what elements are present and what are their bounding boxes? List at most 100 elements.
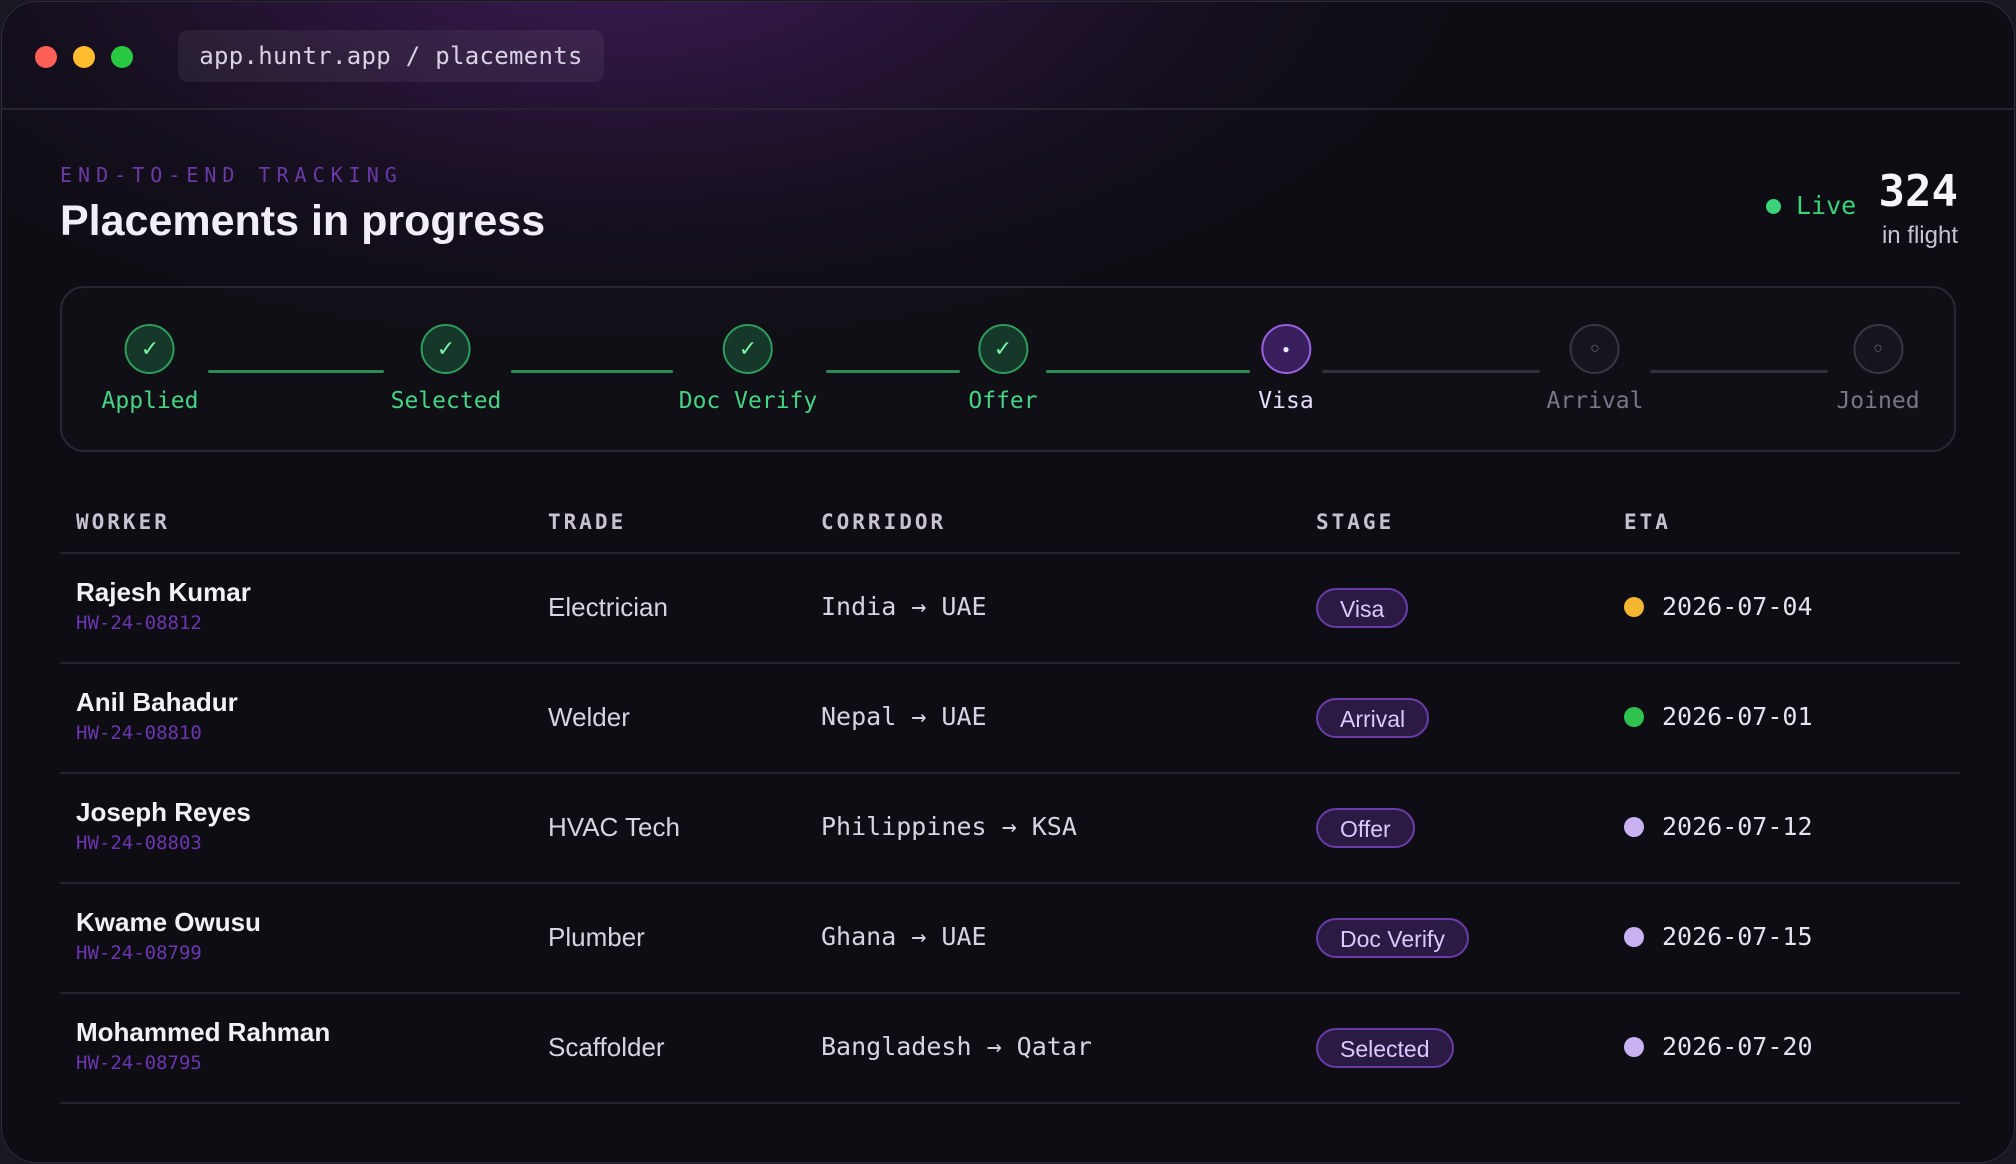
stage-badge: Offer — [1316, 808, 1415, 848]
worker-name: Mohammed Rahman — [76, 1017, 331, 1047]
worker-cell: Rajesh Kumar HW-24-08812 — [76, 577, 251, 634]
worker-name: Kwame Owusu — [76, 907, 261, 937]
worker-id: HW-24-08795 — [76, 1052, 202, 1074]
stage-step-label: Joined — [1836, 388, 1920, 414]
column-header-worker[interactable]: WORKER — [76, 510, 170, 534]
stage-step-doc-verify[interactable]: ✓ Doc Verify — [679, 324, 817, 414]
dot-icon: ● — [1260, 324, 1311, 374]
corridor-cell: Ghana → UAE — [821, 922, 987, 951]
eta-status-dot-icon — [1624, 817, 1644, 837]
trade-cell: Electrician — [548, 592, 668, 622]
worker-id: HW-24-08812 — [76, 612, 202, 634]
worker-cell: Anil Bahadur HW-24-08810 — [76, 687, 238, 744]
stage-badge: Arrival — [1316, 698, 1430, 738]
worker-cell: Kwame Owusu HW-24-08799 — [76, 907, 261, 964]
corridor-cell: India → UAE — [821, 592, 987, 621]
placements-table: WORKER TRADE CORRIDOR STAGE ETA Rajesh K… — [60, 496, 1960, 1104]
stepper-connector — [826, 370, 960, 373]
trade-cell: Plumber — [548, 922, 645, 952]
stage-cell: Doc Verify — [1316, 918, 1469, 958]
stage-step-label: Selected — [390, 388, 502, 414]
worker-name: Rajesh Kumar — [76, 577, 251, 607]
eta-cell: 2026-07-12 — [1624, 812, 1813, 841]
stepper-connector — [1650, 370, 1828, 373]
column-header-stage[interactable]: STAGE — [1316, 510, 1394, 534]
stage-stepper: ✓ Applied ✓ Selected ✓ Doc Verify ✓ Offe… — [60, 286, 1956, 452]
check-icon: ✓ — [421, 324, 471, 374]
stage-step-joined[interactable]: ○ Joined — [1836, 324, 1920, 414]
stage-cell: Arrival — [1316, 698, 1430, 738]
worker-name: Anil Bahadur — [76, 687, 238, 717]
address-bar[interactable]: app.huntr.app / placements — [178, 30, 604, 82]
app-window: app.huntr.app / placements END-TO-END TR… — [1, 1, 2015, 1163]
eta-date: 2026-07-15 — [1662, 922, 1813, 951]
check-icon: ✓ — [125, 324, 175, 374]
stage-badge: Selected — [1316, 1028, 1454, 1068]
close-window-button[interactable] — [35, 46, 57, 68]
stage-cell: Selected — [1316, 1028, 1454, 1068]
trade-cell: Scaffolder — [548, 1032, 665, 1062]
stage-step-label: Offer — [968, 388, 1038, 414]
circle-icon: ○ — [1853, 324, 1903, 374]
stage-step-visa[interactable]: ● Visa — [1258, 324, 1314, 414]
stage-badge: Doc Verify — [1316, 918, 1469, 958]
stepper-connector — [1046, 370, 1250, 373]
in-flight-label: in flight — [1881, 222, 1958, 249]
live-indicator-icon — [1766, 199, 1781, 214]
column-header-eta[interactable]: ETA — [1624, 510, 1671, 534]
minimize-window-button[interactable] — [73, 46, 95, 68]
worker-cell: Joseph Reyes HW-24-08803 — [76, 797, 251, 854]
circle-icon: ○ — [1570, 324, 1620, 374]
stage-cell: Visa — [1316, 588, 1409, 628]
eta-cell: 2026-07-15 — [1624, 922, 1813, 951]
column-header-corridor[interactable]: CORRIDOR — [821, 510, 946, 534]
worker-cell: Mohammed Rahman HW-24-08795 — [76, 1017, 330, 1074]
worker-id: HW-24-08799 — [76, 942, 202, 964]
eta-cell: 2026-07-20 — [1624, 1032, 1813, 1061]
stage-step-label: Doc Verify — [678, 388, 818, 414]
stage-badge: Visa — [1316, 588, 1409, 628]
stage-step-offer[interactable]: ✓ Offer — [968, 324, 1038, 414]
check-icon: ✓ — [978, 324, 1028, 374]
eta-cell: 2026-07-01 — [1624, 702, 1813, 731]
table-row[interactable]: Rajesh Kumar HW-24-08812 Electrician Ind… — [60, 554, 1960, 664]
eta-date: 2026-07-04 — [1662, 592, 1813, 621]
stepper-connector — [1322, 370, 1540, 373]
stage-cell: Offer — [1316, 808, 1415, 848]
corridor-cell: Bangladesh → Qatar — [821, 1032, 1092, 1061]
eta-date: 2026-07-01 — [1662, 702, 1813, 731]
eta-status-dot-icon — [1624, 927, 1644, 947]
corridor-cell: Nepal → UAE — [821, 702, 987, 731]
stage-step-arrival[interactable]: ○ Arrival — [1546, 324, 1644, 414]
live-status-label: Live — [1796, 191, 1857, 220]
stage-step-label: Applied — [101, 388, 199, 414]
trade-cell: HVAC Tech — [548, 812, 680, 842]
table-row[interactable]: Mohammed Rahman HW-24-08795 Scaffolder B… — [60, 994, 1960, 1104]
eta-date: 2026-07-20 — [1662, 1032, 1813, 1061]
maximize-window-button[interactable] — [111, 46, 133, 68]
table-row[interactable]: Kwame Owusu HW-24-08799 Plumber Ghana → … — [60, 884, 1960, 994]
stage-step-label: Visa — [1258, 388, 1314, 414]
table-row[interactable]: Joseph Reyes HW-24-08803 HVAC Tech Phili… — [60, 774, 1960, 884]
eta-cell: 2026-07-04 — [1624, 592, 1813, 621]
table-header: WORKER TRADE CORRIDOR STAGE ETA — [60, 496, 1960, 554]
stepper-connector — [511, 370, 673, 373]
stage-step-applied[interactable]: ✓ Applied — [101, 324, 199, 414]
eta-date: 2026-07-12 — [1662, 812, 1813, 841]
table-row[interactable]: Anil Bahadur HW-24-08810 Welder Nepal → … — [60, 664, 1960, 774]
section-eyebrow: END-TO-END TRACKING — [60, 163, 403, 187]
column-header-trade[interactable]: TRADE — [548, 510, 626, 534]
stage-step-label: Arrival — [1546, 388, 1644, 414]
eta-status-dot-icon — [1624, 707, 1644, 727]
eta-status-dot-icon — [1624, 597, 1644, 617]
stepper-connector — [208, 370, 384, 373]
stage-step-selected[interactable]: ✓ Selected — [390, 324, 502, 414]
worker-id: HW-24-08803 — [76, 832, 202, 854]
in-flight-count: 324 — [1878, 166, 1958, 217]
corridor-cell: Philippines → KSA — [821, 812, 1077, 841]
title-bar: app.huntr.app / placements — [2, 2, 2014, 110]
page-title: Placements in progress — [60, 197, 546, 245]
eta-status-dot-icon — [1624, 1037, 1644, 1057]
worker-id: HW-24-08810 — [76, 722, 202, 744]
worker-name: Joseph Reyes — [76, 797, 251, 827]
